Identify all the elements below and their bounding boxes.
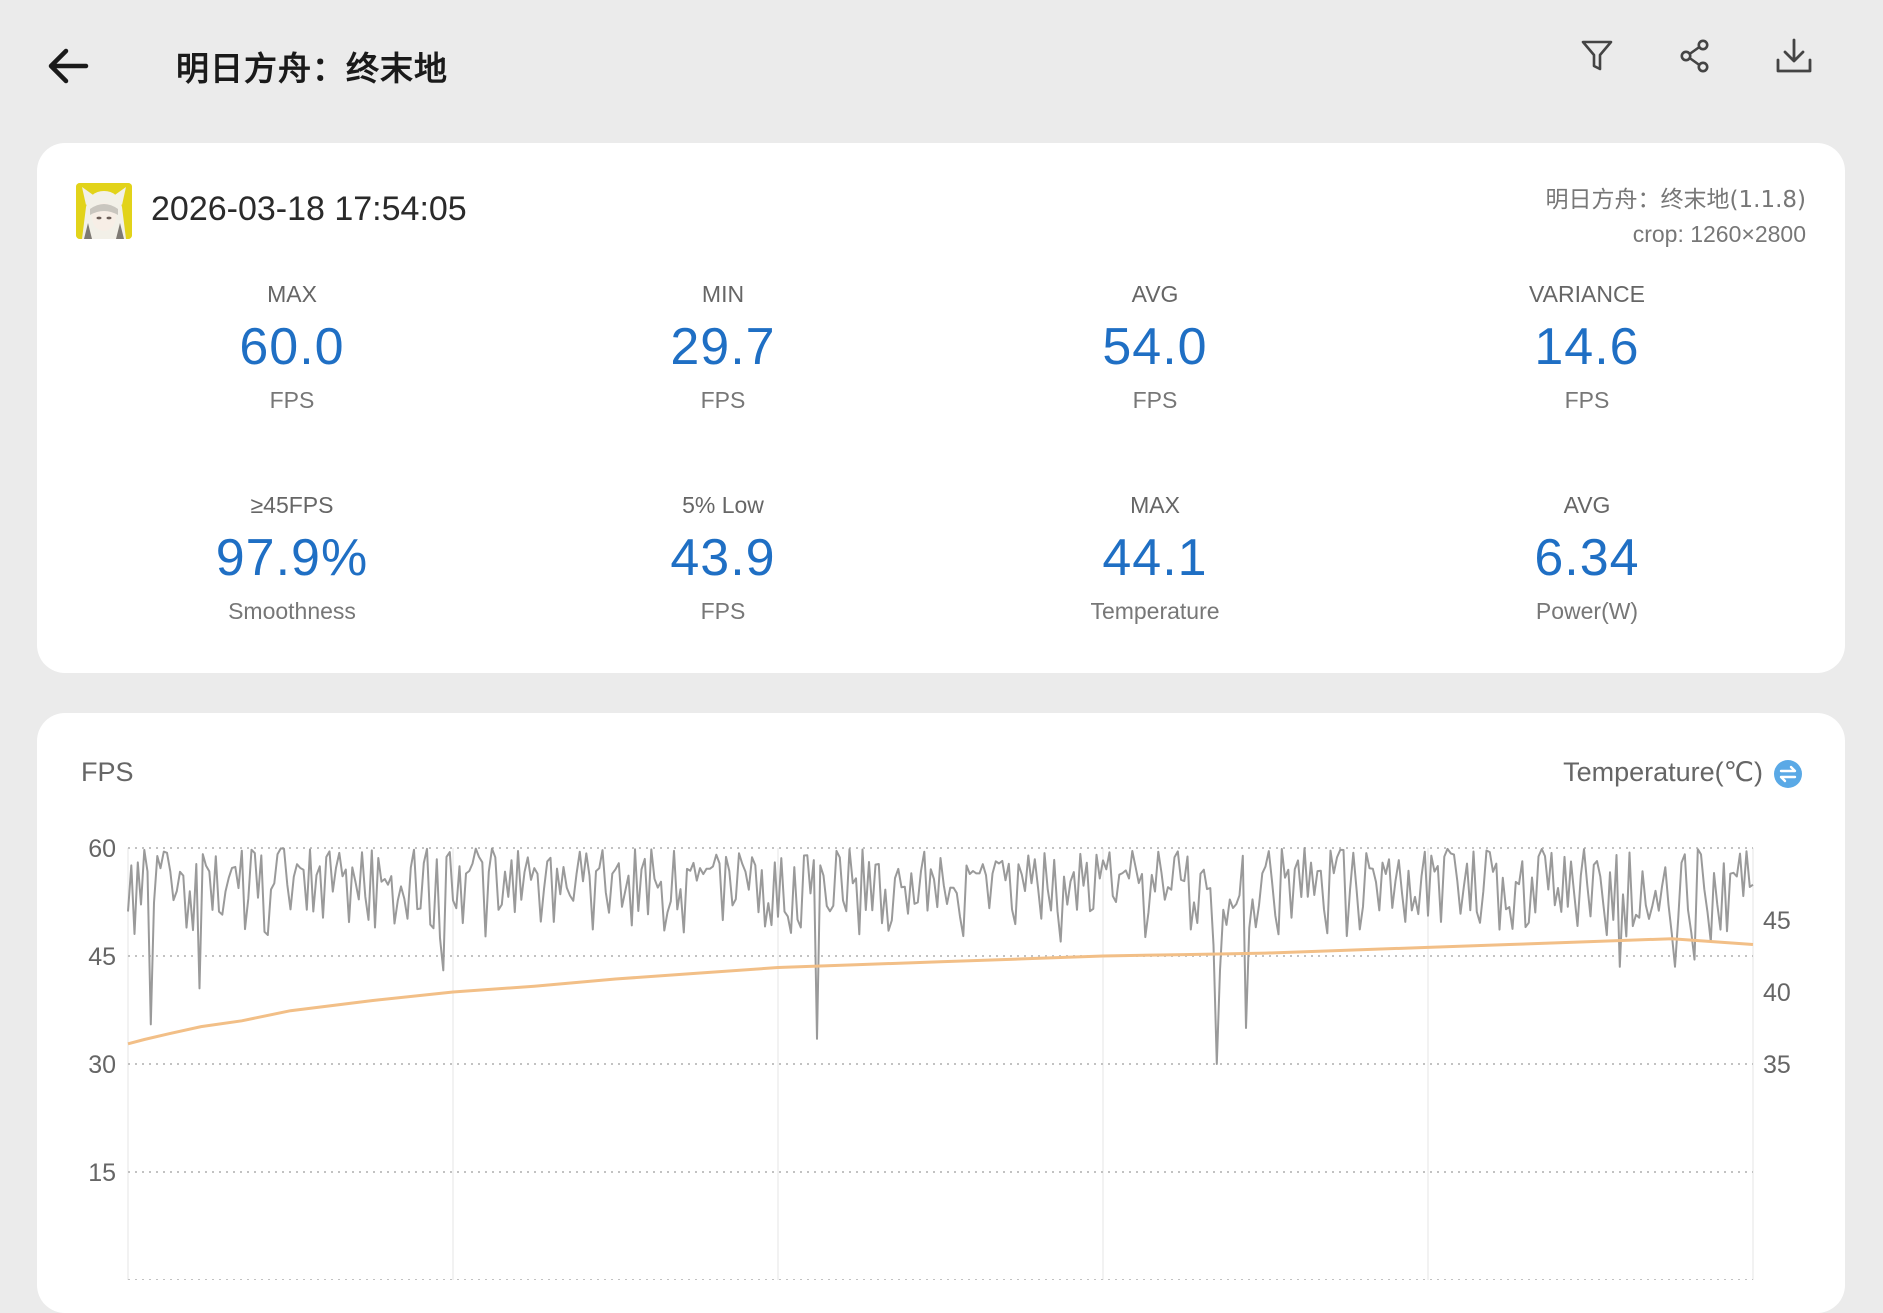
app-info: 明日方舟：终末地(1.1.8) crop: 1260×2800 [1546,183,1806,251]
stat-unit: FPS [700,387,746,413]
stat-unit: FPS [700,598,746,624]
temperature-series-line [127,937,1754,1046]
back-button[interactable] [40,38,96,94]
stat-value: 60.0 [239,318,345,376]
stat-variance: VARIANCE 14.6 FPS [1407,279,1767,415]
stat-min-fps: MIN 29.7 FPS [543,279,903,415]
stat-value: 54.0 [1102,318,1208,376]
download-icon [1776,38,1812,73]
stat-avg-fps: AVG 54.0 FPS [975,279,1335,415]
stat-label: VARIANCE [1529,281,1645,307]
stat-unit: FPS [1132,387,1178,413]
stat-max-fps: MAX 60.0 FPS [112,279,472,415]
game-avatar-image [76,183,132,239]
stat-unit: Temperature [1090,598,1220,624]
stat-label: ≥45FPS [250,492,334,518]
game-avatar [76,183,132,239]
summary-card: 2026-03-18 17:54:05 明日方舟：终末地(1.1.8) crop… [37,143,1845,673]
share-icon [1680,39,1709,73]
fps-chart-card: FPS Temperature(℃) 15 30 45 60 35 40 45 [37,713,1845,1313]
stat-unit: Smoothness [228,598,356,624]
stat-avg-power: AVG 6.34 Power(W) [1407,490,1767,626]
app-version: 明日方舟：终末地(1.1.8) [1545,187,1806,213]
share-button[interactable] [1667,28,1723,84]
y-tick-label: 60 [88,835,116,863]
y-tick-label: 30 [88,1051,116,1079]
page-title: 明日方舟：终末地 [176,49,448,88]
stat-unit: Power(W) [1535,598,1639,624]
filter-button[interactable] [1569,28,1625,84]
stat-label: MAX [1130,492,1180,518]
arrow-left-icon [48,48,89,84]
session-timestamp: 2026-03-18 17:54:05 [151,190,467,228]
stat-5pct-low: 5% Low 43.9 FPS [543,490,903,626]
filter-icon [1581,40,1613,71]
stat-unit: FPS [269,387,315,413]
stat-value: 6.34 [1534,529,1640,587]
y2-tick-label: 40 [1763,979,1791,1007]
stat-label: MIN [701,281,745,307]
stat-value: 97.9% [215,529,369,587]
stat-max-temperature: MAX 44.1 Temperature [975,490,1335,626]
y-tick-label: 15 [88,1159,116,1187]
fps-temperature-chart: 15 30 45 60 35 40 45 [88,835,1791,1280]
y2-tick-label: 35 [1763,1051,1791,1079]
crop-size: crop: 1260×2800 [1632,221,1806,247]
stat-value: 14.6 [1534,318,1640,376]
stat-value: 44.1 [1102,529,1208,587]
y-tick-label: 45 [88,943,116,971]
stat-smoothness: ≥45FPS 97.9% Smoothness [112,490,472,626]
stat-label: 5% Low [682,492,764,518]
download-button[interactable] [1766,28,1822,84]
stat-value: 29.7 [670,318,776,376]
stat-label: MAX [267,281,317,307]
top-app-bar: 明日方舟：终末地 [0,0,1883,130]
stat-label: AVG [1131,281,1179,307]
stat-value: 43.9 [670,529,776,587]
stat-unit: FPS [1564,387,1610,413]
y2-tick-label: 45 [1763,907,1791,935]
stat-label: AVG [1563,492,1611,518]
